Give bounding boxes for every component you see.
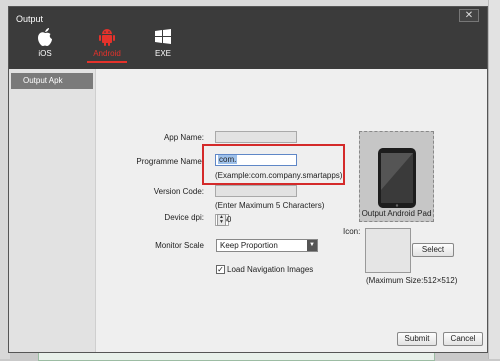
close-button[interactable]: ✕ xyxy=(459,9,479,22)
tab-ios[interactable]: iOS xyxy=(23,25,67,65)
annotation-highlight-box xyxy=(202,144,345,185)
app-name-input[interactable] xyxy=(215,131,297,143)
tab-ios-label: iOS xyxy=(38,49,52,58)
android-icon xyxy=(99,29,115,46)
active-tab-indicator xyxy=(87,61,127,63)
sidebar-item-output-apk[interactable]: Output Apk xyxy=(11,73,93,89)
dialog-titlebar: Output ✕ iOS Android EXE xyxy=(9,7,487,69)
chevron-down-icon: ▼ xyxy=(307,240,317,251)
windows-icon xyxy=(155,29,171,44)
version-code-label: Version Code: xyxy=(153,187,204,196)
background-app-right xyxy=(488,0,500,359)
tab-exe-label: EXE xyxy=(154,49,171,58)
cancel-button[interactable]: Cancel xyxy=(443,332,483,346)
icon-max-size-hint: (Maximum Size:512×512) xyxy=(366,276,458,285)
icon-label: Icon: xyxy=(343,227,361,236)
submit-button[interactable]: Submit xyxy=(397,332,437,346)
monitor-scale-value: Keep Proportion xyxy=(220,241,278,250)
tab-android-label: Android xyxy=(93,49,121,58)
select-icon-button[interactable]: Select xyxy=(412,243,454,257)
programme-name-label: Programme Name: xyxy=(136,157,204,166)
monitor-scale-label: Monitor Scale xyxy=(155,241,204,250)
version-code-hint: (Enter Maximum 5 Characters) xyxy=(215,201,325,210)
icon-preview xyxy=(365,228,411,273)
app-name-label: App Name: xyxy=(163,133,204,142)
tab-exe[interactable]: EXE xyxy=(141,25,185,65)
sidebar: Output Apk xyxy=(9,69,96,352)
load-navigation-label: Load Navigation Images xyxy=(227,265,314,274)
dialog-title: Output xyxy=(16,14,44,24)
dpi-stepper[interactable]: ▲ ▼ xyxy=(217,214,226,226)
device-preview-label: Output Android Pad xyxy=(361,209,432,218)
monitor-scale-select[interactable]: Keep Proportion ▼ xyxy=(216,239,318,252)
load-navigation-checkbox[interactable]: ✓ xyxy=(216,265,225,274)
tab-android[interactable]: Android xyxy=(85,25,129,65)
apple-icon xyxy=(38,28,52,46)
version-code-input[interactable] xyxy=(215,185,297,197)
device-dpi-label: Device dpi: xyxy=(164,213,204,222)
